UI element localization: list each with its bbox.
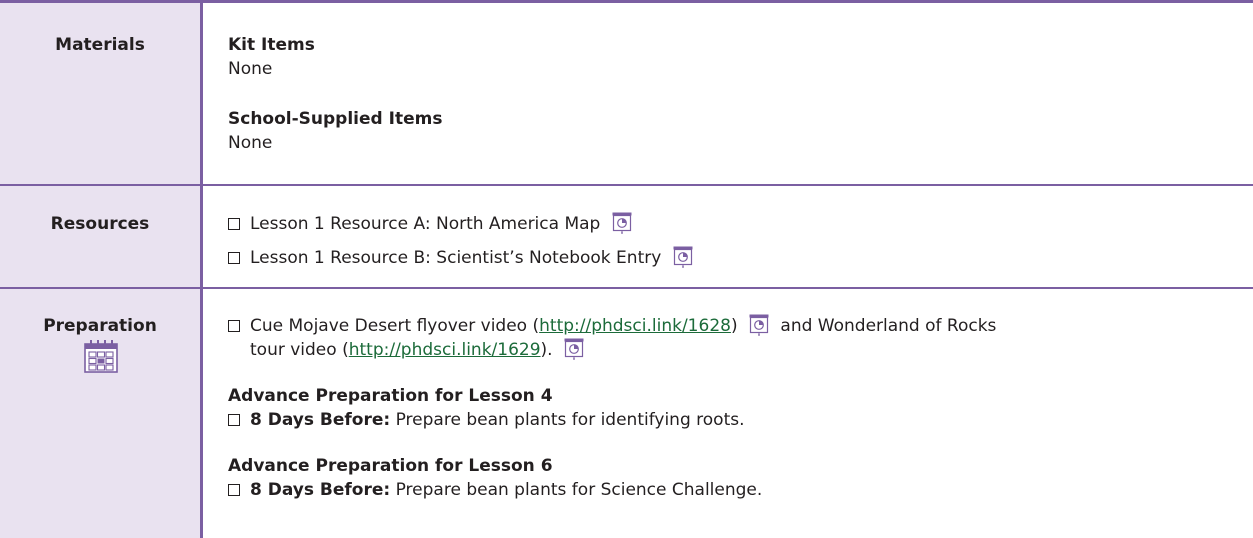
checkbox[interactable] — [228, 218, 240, 230]
wonderland-video-link[interactable]: http://phdsci.link/1629 — [349, 340, 541, 360]
school-items-value: None — [228, 133, 273, 153]
row-divider-materials — [0, 184, 1253, 186]
cue-close-paren: ) — [730, 316, 738, 336]
resource-item-b: Lesson 1 Resource B: Scientist’s Noteboo… — [228, 246, 1241, 270]
mojave-video-link[interactable]: http://phdsci.link/1628 — [539, 316, 731, 336]
projector-slide-icon[interactable] — [749, 314, 769, 336]
calendar-icon — [84, 339, 118, 373]
kit-items-label: Kit Items — [228, 35, 315, 55]
materials-heading: Materials — [55, 35, 145, 55]
cue-video-item: Cue Mojave Desert flyover video (http://… — [228, 314, 1241, 362]
label-column — [0, 3, 200, 538]
materials-cell: Kit Items None School-Supplied Items Non… — [228, 33, 1241, 155]
school-items-label: School-Supplied Items — [228, 109, 443, 129]
materials-table: Materials Kit Items None School-Supplied… — [0, 0, 1253, 538]
cue-end: ). — [540, 340, 553, 360]
lesson6-text: Prepare bean plants for Science Challeng… — [395, 480, 763, 500]
projector-slide-icon[interactable] — [673, 246, 693, 268]
checkbox[interactable] — [228, 414, 240, 426]
resources-cell: Lesson 1 Resource A: North America Map L… — [228, 212, 1241, 270]
column-divider — [200, 0, 203, 538]
checkbox[interactable] — [228, 320, 240, 332]
resource-a-label: Lesson 1 Resource A: North America Map — [250, 214, 601, 234]
resource-item-a: Lesson 1 Resource A: North America Map — [228, 212, 1241, 236]
lesson6-item: 8 Days Before: Prepare bean plants for S… — [228, 478, 1241, 502]
checkbox[interactable] — [228, 252, 240, 264]
lesson6-days: 8 Days Before: — [250, 480, 391, 500]
kit-items-value: None — [228, 59, 273, 79]
table-top-border — [0, 0, 1253, 3]
cue-and-text: and Wonderland of Rocks — [780, 316, 997, 336]
projector-slide-icon[interactable] — [612, 212, 632, 234]
lesson4-item: 8 Days Before: Prepare bean plants for i… — [228, 408, 1241, 432]
cue-tour-text: tour video ( — [250, 340, 349, 360]
lesson4-text: Prepare bean plants for identifying root… — [395, 410, 745, 430]
resources-heading: Resources — [50, 214, 150, 234]
preparation-cell: Cue Mojave Desert flyover video (http://… — [228, 314, 1241, 502]
cue-prefix: Cue Mojave Desert flyover video ( — [250, 316, 540, 336]
checkbox[interactable] — [228, 484, 240, 496]
resource-b-label: Lesson 1 Resource B: Scientist’s Noteboo… — [250, 248, 662, 268]
preparation-heading: Preparation — [43, 316, 157, 336]
lesson4-days: 8 Days Before: — [250, 410, 391, 430]
row-divider-resources — [0, 287, 1253, 289]
lesson6-heading: Advance Preparation for Lesson 6 — [228, 456, 553, 476]
projector-slide-icon[interactable] — [564, 338, 584, 360]
lesson4-heading: Advance Preparation for Lesson 4 — [228, 386, 553, 406]
